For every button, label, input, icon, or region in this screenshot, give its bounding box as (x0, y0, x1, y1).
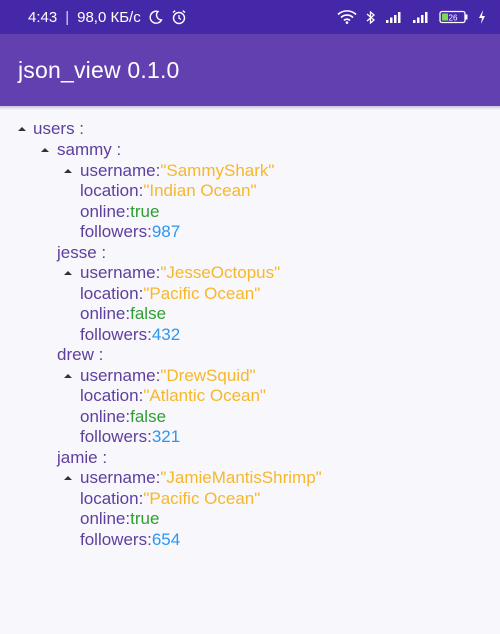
tree-field-online: online : false (80, 304, 166, 325)
node-key: jesse (57, 243, 97, 262)
collapse-toggle-icon[interactable] (16, 123, 28, 135)
tree-field-online: online : true (80, 509, 159, 530)
status-separator: | (65, 8, 70, 26)
collapse-toggle-icon[interactable] (39, 144, 51, 156)
field-key: followers (80, 222, 148, 241)
field-key: username (80, 468, 156, 487)
field-key: username (80, 161, 156, 180)
tree-field-online: online : false (80, 407, 166, 428)
number-value: 432 (151, 325, 181, 344)
field-key: location (80, 386, 139, 405)
tree-field-location: location : "Atlantic Ocean" (80, 386, 266, 407)
field-key: online (80, 202, 126, 221)
field-key: followers (80, 325, 148, 344)
string-value: "DrewSquid" (160, 366, 256, 385)
signal-icon (385, 10, 403, 24)
svg-text:26: 26 (449, 14, 458, 23)
tree-field-username: username : "JamieMantisShrimp" (80, 468, 322, 489)
field-key: location (80, 284, 139, 303)
charging-icon (478, 10, 486, 24)
tree-field-location: location : "Pacific Ocean" (80, 284, 260, 305)
field-key: followers (80, 427, 148, 446)
tree-field-username: username : "SammyShark" (80, 161, 274, 182)
tree-node-user[interactable]: jesse : (57, 243, 106, 264)
battery-icon: 26 (439, 10, 469, 24)
bool-value: true (130, 509, 160, 528)
number-value: 654 (151, 530, 181, 549)
tree-node-user[interactable]: sammy : (57, 140, 121, 161)
status-net-speed: 98,0 КБ/с (77, 8, 141, 26)
field-key: location (80, 489, 139, 508)
string-value: "Atlantic Ocean" (143, 386, 266, 405)
tree-field-location: location : "Indian Ocean" (80, 181, 257, 202)
field-key: online (80, 509, 126, 528)
tree-field-username: username : "DrewSquid" (80, 366, 256, 387)
string-value: "SammyShark" (160, 161, 275, 180)
collapse-toggle-icon[interactable] (62, 165, 74, 177)
node-key: jamie (57, 448, 98, 467)
node-separator: : (97, 448, 108, 467)
tree-field-followers: followers : 432 (80, 325, 180, 346)
bool-value: false (130, 407, 167, 426)
node-separator: : (74, 119, 85, 138)
app-title: json_view 0.1.0 (18, 56, 180, 83)
status-bar: 4:43 | 98,0 КБ/с 26 (0, 0, 500, 34)
string-value: "Pacific Ocean" (143, 489, 261, 508)
number-value: 987 (151, 222, 181, 241)
collapse-toggle-icon[interactable] (62, 370, 74, 382)
tree-node-users[interactable]: users : (33, 119, 84, 140)
field-key: online (80, 304, 126, 323)
status-left: 4:43 | 98,0 КБ/с (28, 9, 187, 26)
tree-node-user[interactable]: jamie : (57, 448, 107, 469)
signal-4g-icon (412, 10, 430, 24)
collapse-toggle-icon[interactable] (62, 267, 74, 279)
tree-field-username: username : "JesseOctopus" (80, 263, 280, 284)
node-separator: : (93, 345, 104, 364)
field-key: username (80, 366, 156, 385)
bluetooth-icon (366, 10, 376, 25)
tree-node-user[interactable]: drew : (57, 345, 103, 366)
status-time: 4:43 (28, 8, 58, 26)
app-bar: json_view 0.1.0 (0, 34, 500, 106)
app-bar-shadow (0, 106, 500, 110)
wifi-icon (337, 10, 357, 24)
tree-field-followers: followers : 321 (80, 427, 180, 448)
tree-field-online: online : true (80, 202, 159, 223)
bool-value: false (130, 304, 167, 323)
node-separator: : (96, 243, 107, 262)
string-value: "JesseOctopus" (160, 263, 281, 282)
field-key: username (80, 263, 156, 282)
tree-field-location: location : "Pacific Ocean" (80, 489, 260, 510)
node-key: sammy (57, 140, 112, 159)
string-value: "Indian Ocean" (143, 181, 257, 200)
string-value: "JamieMantisShrimp" (160, 468, 322, 487)
string-value: "Pacific Ocean" (143, 284, 261, 303)
field-key: followers (80, 530, 148, 549)
alarm-icon (171, 9, 187, 25)
number-value: 321 (151, 427, 181, 446)
bool-value: true (130, 202, 160, 221)
node-separator: : (111, 140, 122, 159)
tree-field-followers: followers : 654 (80, 530, 180, 551)
field-key: location (80, 181, 139, 200)
node-key: drew (57, 345, 94, 364)
moon-icon (149, 10, 163, 24)
status-right: 26 (337, 10, 486, 25)
field-key: online (80, 407, 126, 426)
node-key: users (33, 119, 75, 138)
collapse-toggle-icon[interactable] (62, 472, 74, 484)
tree-field-followers: followers : 987 (80, 222, 180, 243)
